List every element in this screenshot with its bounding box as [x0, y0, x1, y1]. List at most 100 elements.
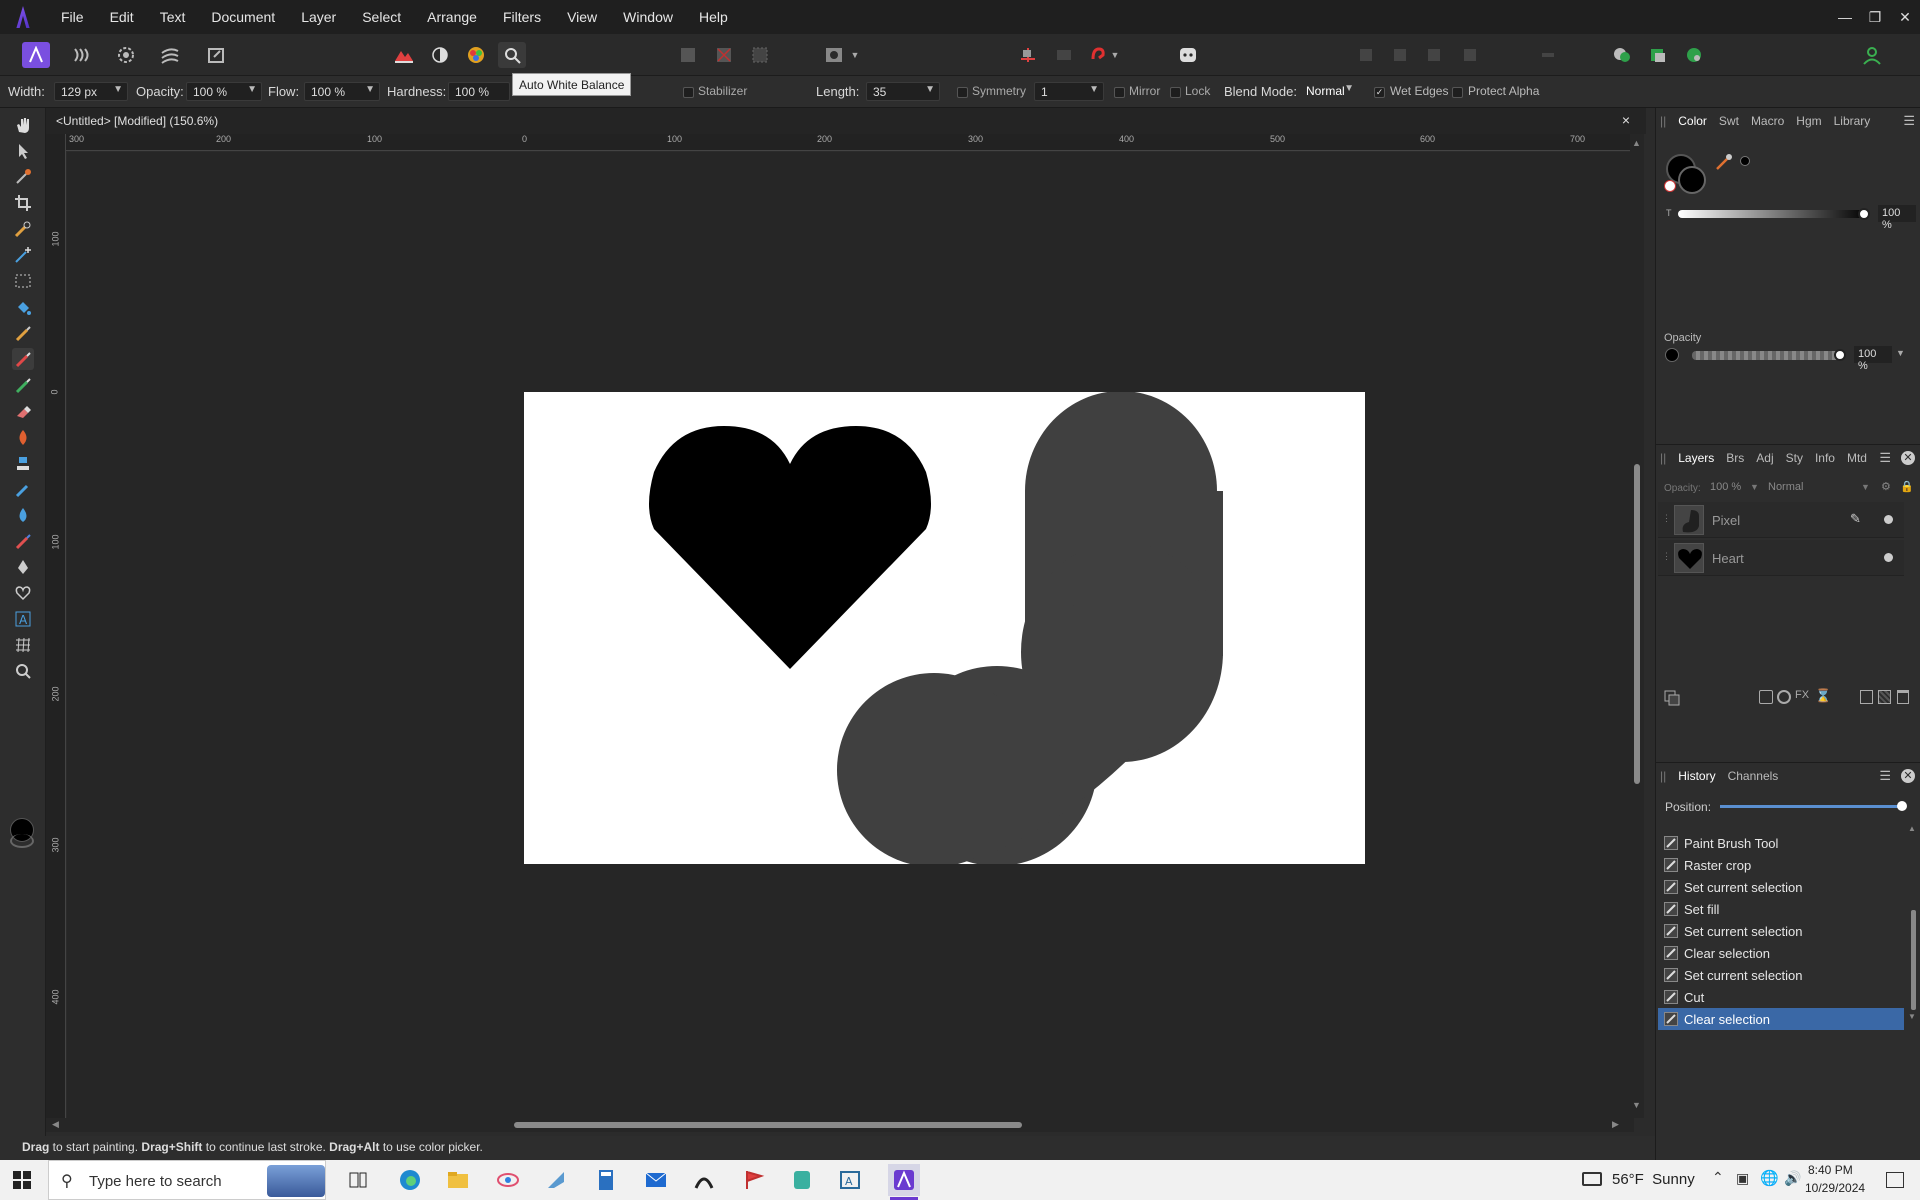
add-group-icon[interactable] [1860, 690, 1873, 704]
develop-persona-icon[interactable] [112, 42, 140, 68]
tab-brushes[interactable]: Brs [1720, 451, 1750, 465]
assistant-icon[interactable] [1174, 42, 1202, 68]
panel-grip-icon[interactable]: || [1656, 451, 1672, 465]
tab-styles[interactable]: Sty [1780, 451, 1809, 465]
erase-brush-tool-icon[interactable] [12, 400, 34, 422]
scroll-left-icon[interactable]: ◀ [52, 1119, 59, 1130]
color-opacity-value[interactable]: 100 % [1854, 346, 1892, 372]
auto-colors-icon[interactable] [462, 42, 490, 68]
tab-channels[interactable]: Channels [1722, 769, 1785, 783]
vertical-scrollbar[interactable]: ▲ ▼ [1630, 134, 1644, 1118]
insert-inside-icon[interactable] [1608, 42, 1636, 68]
tab-layers[interactable]: Layers [1672, 451, 1720, 465]
liquify-persona-icon[interactable] [68, 42, 96, 68]
mesh-warp-tool-icon[interactable] [12, 634, 34, 656]
app-icon-4[interactable] [742, 1168, 766, 1192]
arrange-forward-icon[interactable] [1420, 42, 1448, 68]
tab-metadata[interactable]: Mtd [1841, 451, 1873, 465]
blur-brush-tool-icon[interactable] [12, 504, 34, 526]
mask-layer-icon[interactable] [1759, 690, 1773, 704]
restore-icon[interactable]: ❐ [1860, 0, 1890, 34]
lock-checkbox[interactable] [1170, 87, 1181, 98]
flood-fill-tool-icon[interactable] [12, 296, 34, 318]
tab-swatches[interactable]: Swt [1713, 114, 1745, 128]
arrange-front-icon[interactable] [1456, 42, 1484, 68]
layers-panel-menu-icon[interactable]: ☰ [1879, 450, 1891, 466]
menu-document[interactable]: Document [198, 9, 288, 25]
deselect-icon[interactable] [710, 42, 738, 68]
edge-browser-icon[interactable] [398, 1168, 422, 1192]
history-item[interactable]: Set current selection [1658, 964, 1904, 986]
tab-adjustments[interactable]: Adj [1750, 451, 1779, 465]
layer-opacity-dropdown-icon[interactable]: ▼ [1750, 482, 1759, 492]
scroll-up-icon[interactable]: ▲ [1632, 138, 1641, 148]
auto-contrast-icon[interactable] [426, 42, 454, 68]
menu-text[interactable]: Text [147, 9, 199, 25]
arrange-backward-icon[interactable] [1386, 42, 1414, 68]
view-tool-hand-icon[interactable] [12, 114, 34, 136]
tab-color[interactable]: Color [1672, 114, 1713, 128]
layer-visibility-icon[interactable] [1884, 553, 1893, 562]
search-highlight-image[interactable] [267, 1165, 325, 1197]
secondary-color-swatch[interactable] [10, 834, 34, 848]
task-view-icon[interactable] [346, 1168, 370, 1192]
menu-help[interactable]: Help [686, 9, 741, 25]
history-item[interactable]: Cut [1658, 986, 1904, 1008]
menu-filters[interactable]: Filters [490, 9, 554, 25]
healing-brush-tool-icon[interactable] [12, 478, 34, 500]
color-opacity-slider-handle[interactable] [1834, 349, 1846, 361]
no-color-icon[interactable] [1664, 180, 1676, 192]
layer-blend-mode[interactable]: Normal [1768, 481, 1803, 493]
recent-color-swatch[interactable] [1740, 156, 1750, 166]
menu-edit[interactable]: Edit [97, 9, 147, 25]
history-item[interactable]: Set fill [1658, 898, 1904, 920]
history-scroll-thumb[interactable] [1911, 910, 1916, 1010]
symmetry-checkbox[interactable] [957, 87, 968, 98]
transparency-slider[interactable] [1678, 210, 1868, 218]
invert-selection-icon[interactable] [746, 42, 774, 68]
delete-layer-icon[interactable] [1897, 690, 1909, 704]
layers-panel-close-icon[interactable]: ✕ [1901, 450, 1915, 465]
app-icon-1[interactable] [496, 1168, 520, 1192]
layer-name[interactable]: Heart [1712, 551, 1744, 566]
move-tool-icon[interactable] [12, 140, 34, 162]
menu-view[interactable]: View [554, 9, 610, 25]
text-tool-icon[interactable]: A [12, 608, 34, 630]
hardness-field[interactable]: 100 % [448, 82, 510, 101]
snapping-icon[interactable] [1014, 42, 1042, 68]
marquee-tool-icon[interactable] [12, 270, 34, 292]
insert-behind-icon[interactable] [1644, 42, 1672, 68]
vertical-scroll-thumb[interactable] [1634, 464, 1640, 784]
arrange-back-icon[interactable] [1352, 42, 1380, 68]
alignment-dropdown-icon[interactable]: ▼ [1108, 42, 1122, 68]
lock-children-icon[interactable]: ⌛ [1815, 688, 1831, 704]
history-scroll-down-icon[interactable]: ▼ [1908, 1012, 1916, 1021]
zoom-tool-icon[interactable] [12, 660, 34, 682]
account-icon[interactable] [1858, 42, 1886, 68]
pixel-tool-icon[interactable] [12, 322, 34, 344]
selection-brush-tool-icon[interactable] [12, 218, 34, 240]
tab-library[interactable]: Library [1828, 114, 1877, 128]
close-window-icon[interactable]: ✕ [1890, 0, 1920, 34]
tray-camera-icon[interactable]: ▣ [1736, 1170, 1749, 1187]
length-field[interactable]: 35 ▼ [866, 82, 940, 101]
blend-mode-select[interactable]: Normal ▼ [1300, 82, 1358, 101]
shape-tool-heart-icon[interactable] [12, 582, 34, 604]
menu-select[interactable]: Select [349, 9, 414, 25]
export-persona-icon[interactable] [202, 42, 230, 68]
sponge-brush-tool-icon[interactable] [12, 530, 34, 552]
stabilizer-checkbox[interactable] [683, 87, 694, 98]
color-opacity-dropdown-icon[interactable]: ▼ [1896, 348, 1905, 358]
tray-chevron-icon[interactable]: ⌃ [1712, 1169, 1724, 1186]
history-scrollbar[interactable]: ▲ ▼ [1908, 824, 1918, 1022]
panel-grip-icon[interactable]: || [1656, 769, 1672, 783]
history-item[interactable]: Set current selection [1658, 920, 1904, 942]
document-canvas[interactable] [524, 392, 1365, 864]
history-position-slider[interactable] [1720, 805, 1902, 808]
app-icon-5[interactable] [790, 1168, 814, 1192]
weather-text[interactable]: 56°F Sunny [1612, 1171, 1695, 1188]
color-opacity-slider[interactable] [1692, 351, 1842, 360]
wet-edges-checkbox[interactable]: ✓ [1374, 87, 1385, 98]
selection-mode-icon[interactable] [674, 42, 702, 68]
protect-alpha-checkbox[interactable] [1452, 87, 1463, 98]
